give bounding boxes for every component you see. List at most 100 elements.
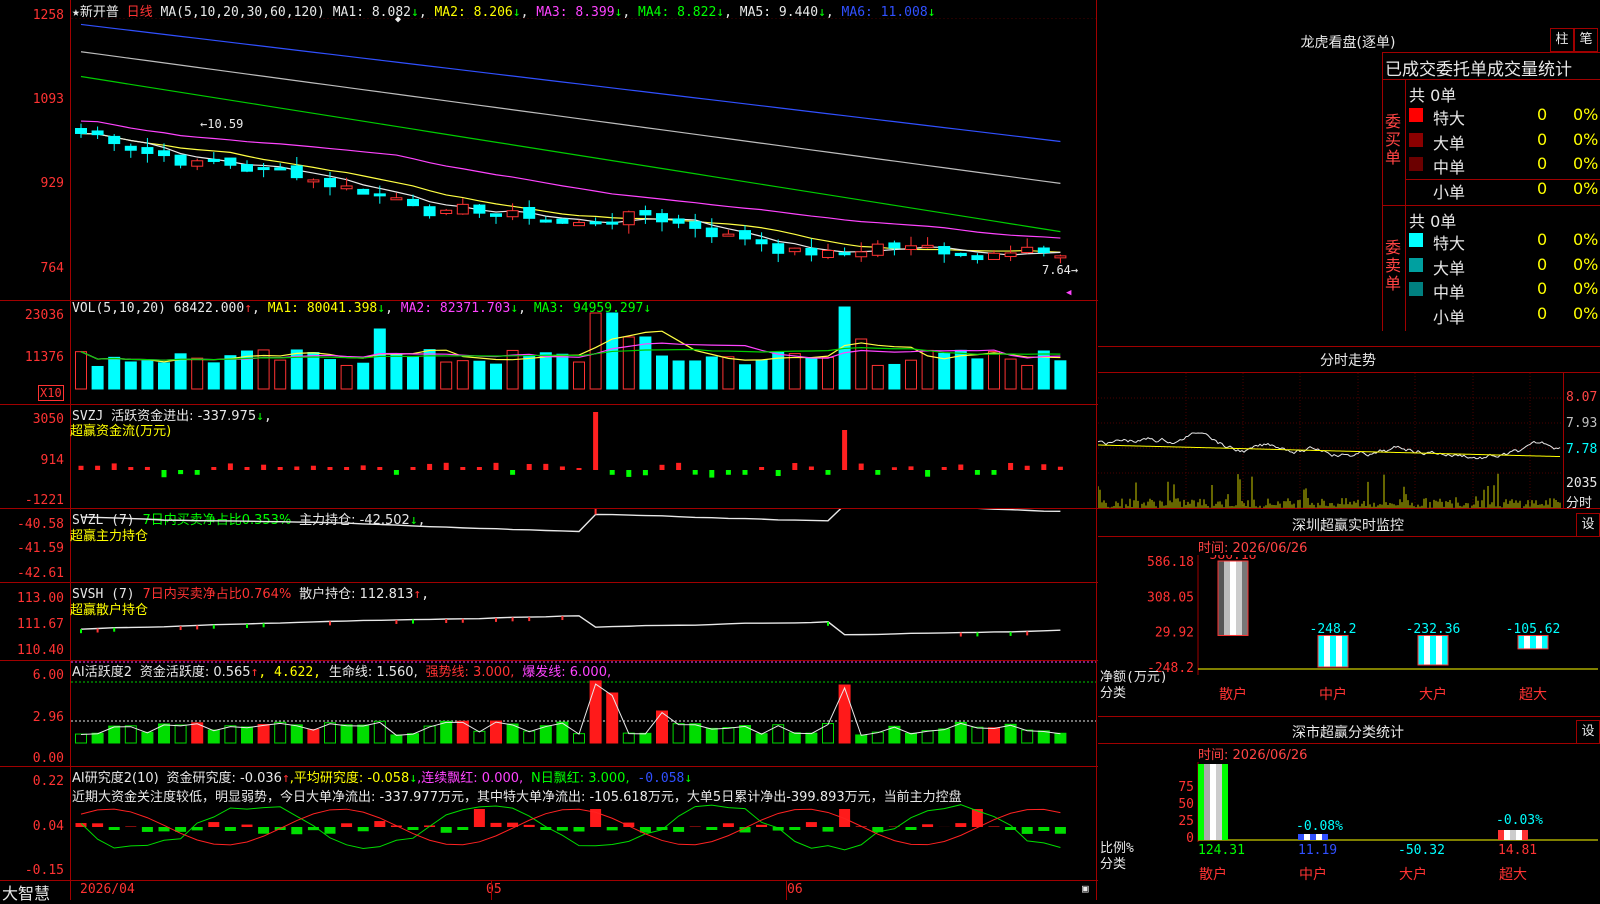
candle <box>457 204 468 214</box>
ai-research-chart[interactable] <box>71 767 1096 880</box>
flow-bar <box>411 467 416 470</box>
svzj-chart[interactable] <box>71 405 1096 508</box>
lock-icon[interactable]: ▣ <box>1082 882 1089 895</box>
candle <box>275 168 286 170</box>
ma-line <box>81 121 1060 238</box>
cursor-marker-icon: ◆ <box>395 14 401 25</box>
scroll-marker-icon[interactable]: ◀ <box>1066 288 1071 298</box>
stats-row-pct: 0% <box>1573 130 1598 149</box>
candle <box>657 214 668 222</box>
monitor-settings-button[interactable]: 设 <box>1576 513 1600 537</box>
activity-bar <box>955 722 966 743</box>
candle <box>175 155 186 165</box>
class-chart[interactable]: 7550250-0.08%-0.03%124.3111.19-50.3214.8… <box>1098 762 1600 900</box>
candlestick-chart[interactable] <box>71 18 1096 300</box>
ma-line <box>81 133 1060 252</box>
stats-row: 大单00% <box>1407 255 1600 277</box>
monitor-bar-segment <box>1424 635 1430 665</box>
candle <box>839 253 850 255</box>
class-bar <box>1498 830 1528 840</box>
volume-bar <box>358 363 369 389</box>
intraday-avg-line <box>1098 445 1560 457</box>
volume-bar <box>872 365 883 389</box>
flow-bar <box>942 467 947 470</box>
svzl-chart[interactable] <box>71 509 1096 582</box>
monitor-value-label: -105.62 <box>1506 622 1561 637</box>
volume-bar <box>391 354 402 389</box>
flow-bar <box>610 470 615 475</box>
candle <box>740 231 751 239</box>
monitor-bar-segment <box>1342 635 1348 667</box>
app-logo: 大智慧 <box>2 880 50 904</box>
tick-mode-button[interactable]: 笔 <box>1574 28 1598 52</box>
flow-bar <box>577 468 582 470</box>
volume-bar <box>325 360 336 389</box>
bar-mode-button[interactable]: 柱 <box>1550 28 1574 52</box>
candle <box>242 165 253 172</box>
candle <box>773 244 784 254</box>
candle <box>607 222 618 224</box>
class-axis-label: 25 <box>1178 814 1194 829</box>
activity-bar <box>540 726 551 743</box>
sell-side-label: 委卖单 <box>1385 239 1403 293</box>
candle <box>939 247 950 254</box>
research-bar <box>92 823 103 827</box>
volume-bar <box>159 363 170 389</box>
color-swatch <box>1409 108 1423 122</box>
stats-row-pct: 0% <box>1573 279 1598 298</box>
ai-research-axis-label: -0.15 <box>0 863 64 878</box>
volume-bar <box>76 352 87 389</box>
sell-total: 共 0单 <box>1409 208 1456 232</box>
flow-bar <box>1025 466 1030 470</box>
flow-bar <box>361 465 366 470</box>
stats-row-count: 0 <box>1537 279 1547 298</box>
research-bar <box>208 822 219 827</box>
order-stats-table: 已成交委托单成交量统计 委买单 委卖单 共 0单 共 0单 特大00%大单00%… <box>1382 52 1600 331</box>
candle <box>540 220 551 222</box>
volume-bar <box>225 356 236 389</box>
stats-row-pct: 0% <box>1573 105 1598 124</box>
flow-bar <box>494 463 499 470</box>
activity-bar <box>607 693 618 743</box>
volume-bar <box>889 364 900 389</box>
candle <box>291 166 302 178</box>
monitor-axis-label: 308.05 <box>1147 590 1194 605</box>
intraday-chart[interactable] <box>1098 373 1563 508</box>
activity-bar <box>1022 730 1033 743</box>
class-category-label: 中户 <box>1299 866 1327 883</box>
class-bar-segment <box>1210 764 1216 840</box>
volume-bar <box>574 362 585 389</box>
intraday-axis-label: 7.78 <box>1566 442 1597 457</box>
candle <box>706 228 717 237</box>
class-bar-segment <box>1198 764 1204 840</box>
research-bar <box>524 825 535 827</box>
monitor-bar-segment <box>1430 635 1436 665</box>
research-bar <box>823 827 834 832</box>
monitor-chart[interactable]: 586.18308.0529.92-248.2586.18散户-248.2中户-… <box>1098 555 1600 715</box>
color-swatch <box>1409 282 1423 296</box>
flow-bar <box>261 465 266 470</box>
activity-bar <box>939 729 950 743</box>
stats-row-count: 0 <box>1537 230 1547 249</box>
research-line <box>81 809 1060 845</box>
class-settings-button[interactable]: 设 <box>1576 720 1600 744</box>
ai-activity-chart[interactable] <box>71 661 1096 766</box>
monitor-bar-segment <box>1530 635 1536 648</box>
research-bar <box>341 823 352 827</box>
chart-area[interactable]: ★新开普 日线 MA(5,10,20,30,60,120) MA1: 8.082… <box>0 0 1098 900</box>
volume-chart[interactable] <box>71 301 1096 404</box>
research-bar <box>242 825 253 827</box>
stats-row-count: 0 <box>1537 255 1547 274</box>
flow-bar <box>328 467 333 470</box>
volume-bar <box>540 353 551 389</box>
research-bar <box>723 823 734 827</box>
class-category-label: 散户 <box>1199 866 1227 883</box>
svsh-chart[interactable] <box>71 583 1096 660</box>
research-bar <box>441 827 452 833</box>
research-bar <box>474 809 485 827</box>
activity-bar <box>341 725 352 743</box>
volume-bar <box>208 363 219 389</box>
flow-bar <box>394 470 399 475</box>
activity-bar <box>524 731 535 743</box>
volume-bar <box>1022 365 1033 389</box>
